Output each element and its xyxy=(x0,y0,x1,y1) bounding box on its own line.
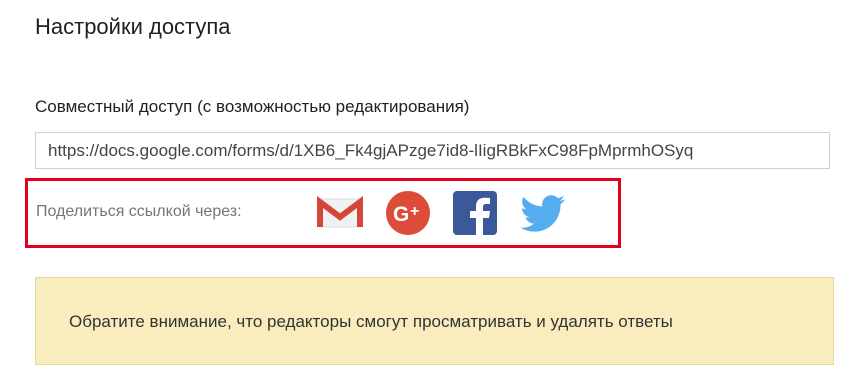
svg-text:G: G xyxy=(393,203,409,226)
editors-notice-text: Обратите внимание, что редакторы смогут … xyxy=(69,312,673,331)
share-google-plus-button[interactable]: G + xyxy=(385,190,433,236)
gmail-icon xyxy=(317,196,363,228)
page-title: Настройки доступа xyxy=(35,14,231,39)
svg-text:+: + xyxy=(410,203,419,220)
collaboration-link-label: Совместный доступ (с возможностью редакт… xyxy=(35,97,470,116)
share-gmail-button[interactable] xyxy=(316,190,364,236)
collaboration-link-field[interactable] xyxy=(35,132,830,169)
share-settings-panel: Настройки доступа Совместный доступ (с в… xyxy=(0,0,866,385)
twitter-icon xyxy=(520,195,565,232)
share-facebook-button[interactable] xyxy=(451,190,499,236)
editors-notice: Обратите внимание, что редакторы смогут … xyxy=(35,277,834,365)
facebook-icon xyxy=(453,191,497,235)
share-twitter-button[interactable] xyxy=(519,190,567,236)
google-plus-icon: G + xyxy=(386,191,430,235)
share-via-label: Поделиться ссылкой через: xyxy=(36,203,242,220)
